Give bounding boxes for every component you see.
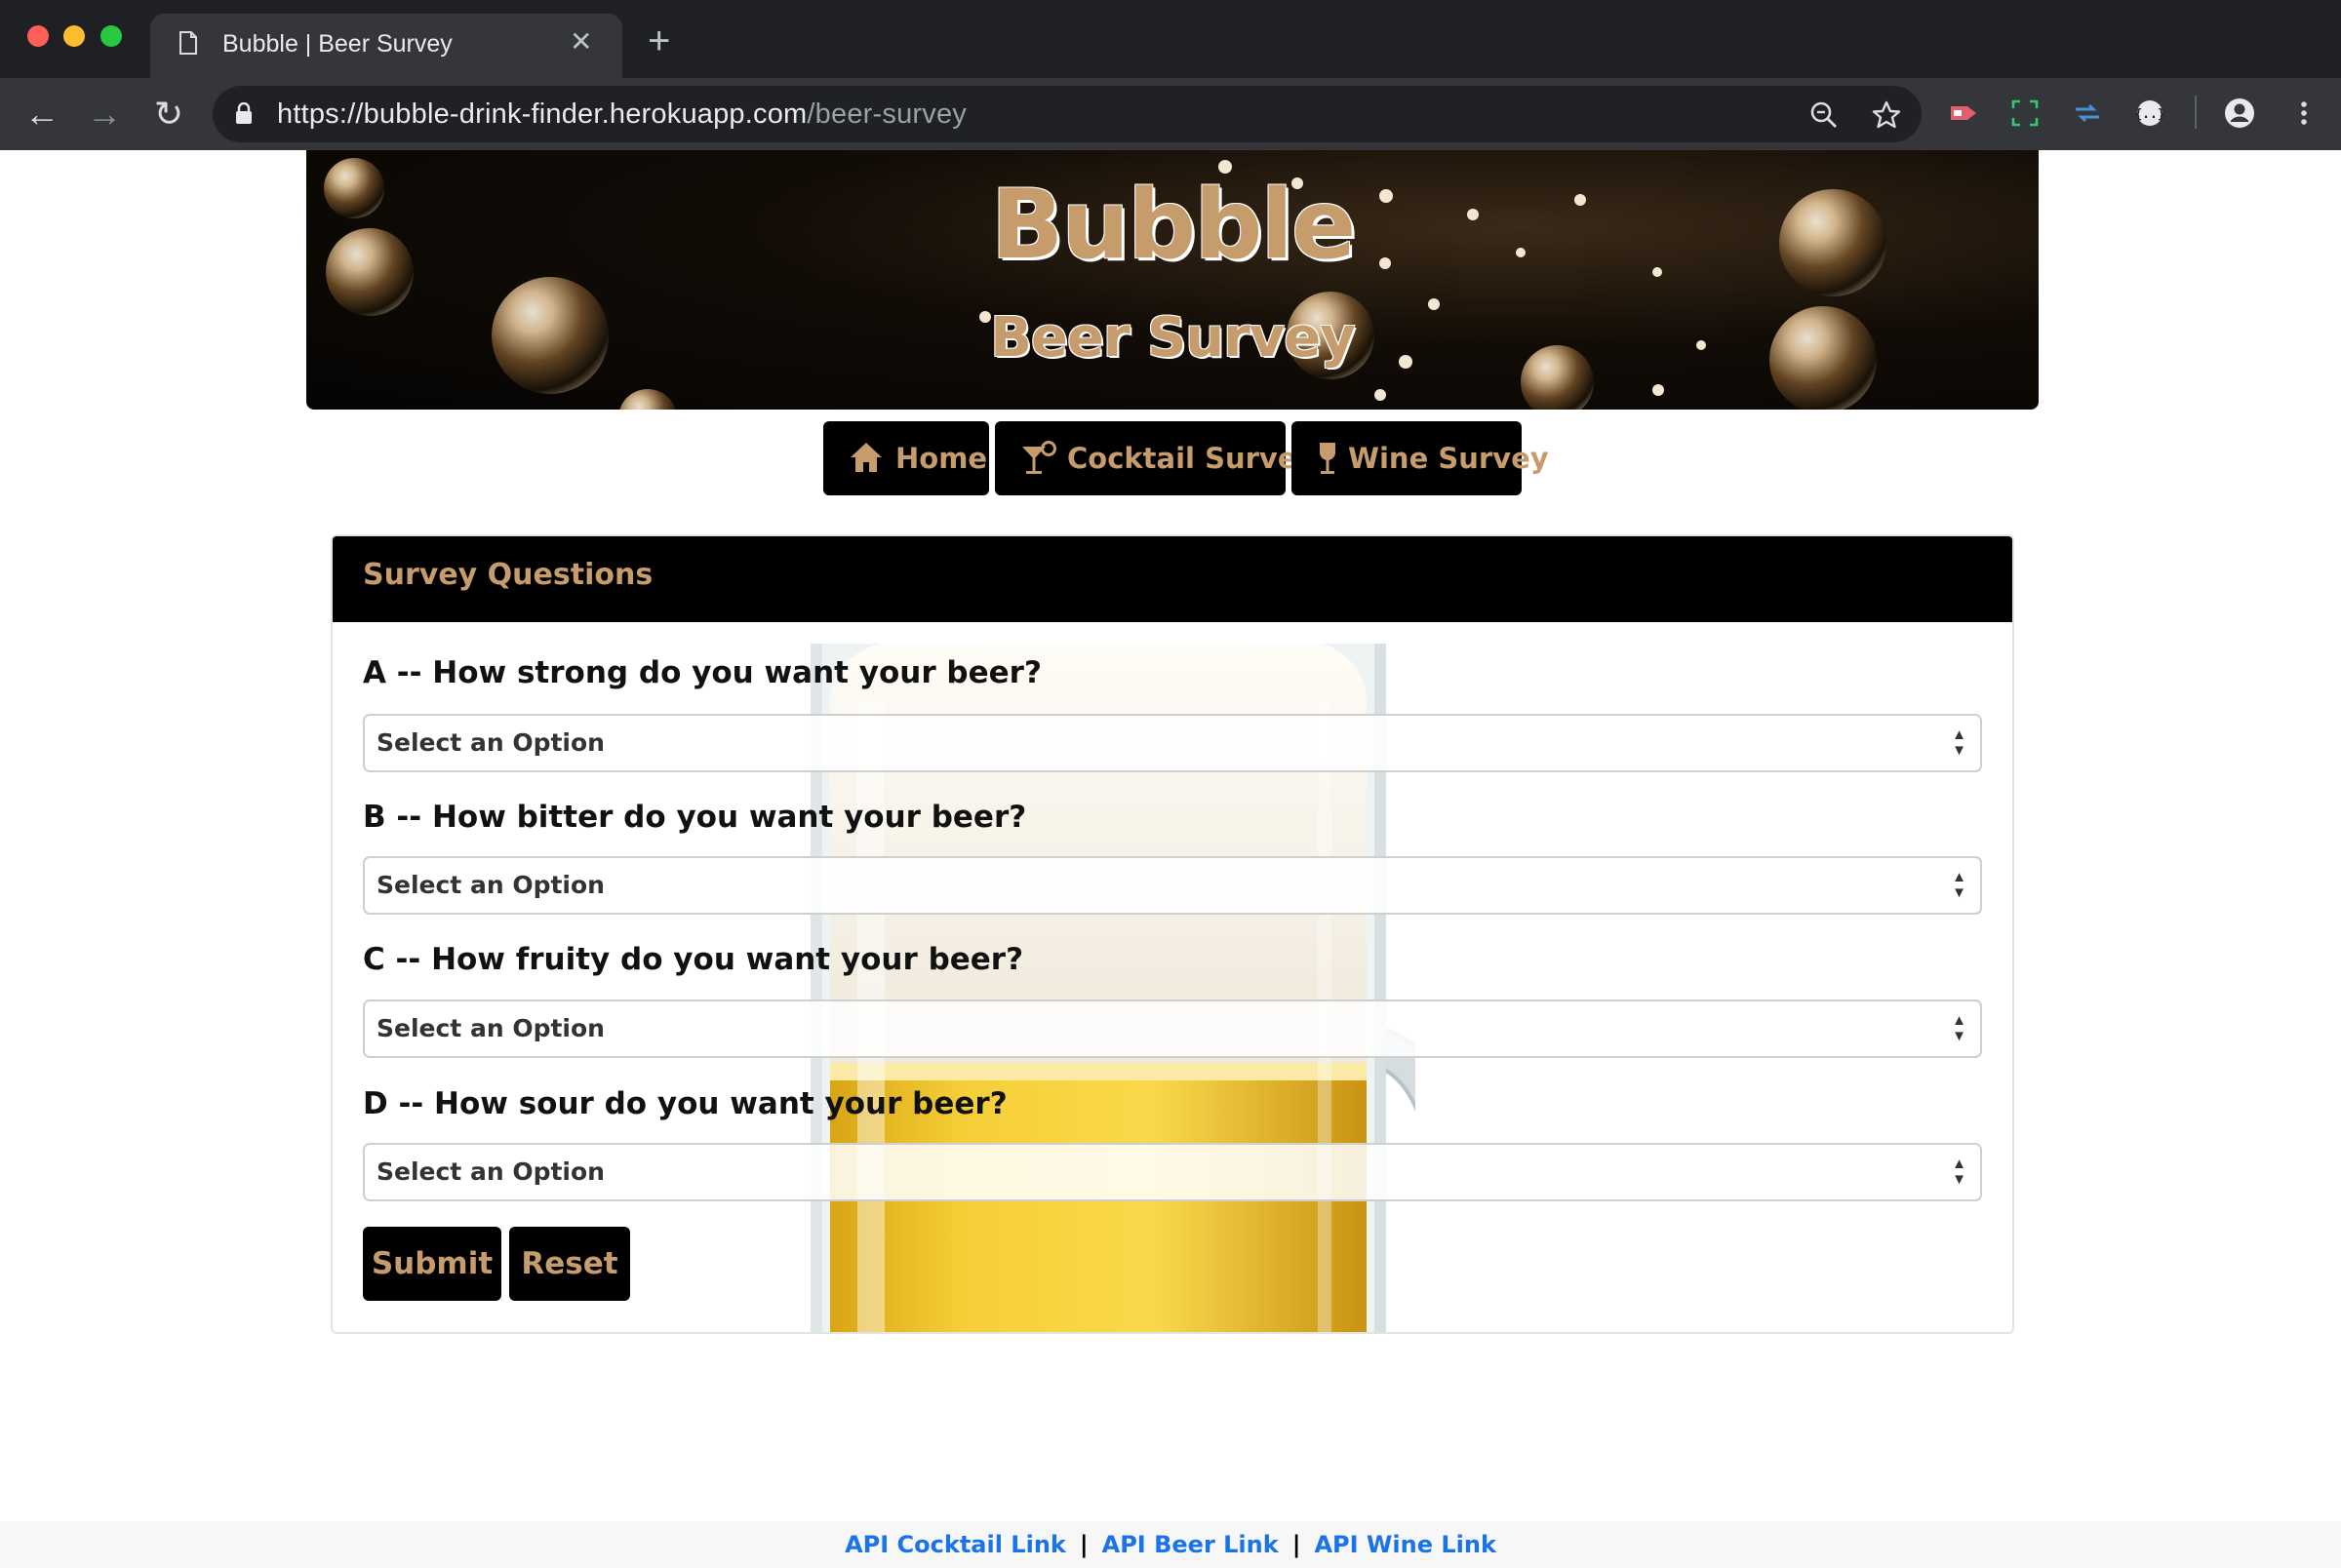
reset-button[interactable]: Reset — [509, 1227, 630, 1301]
extension-screenshot-icon[interactable] — [2009, 98, 2041, 129]
url-text: https://bubble-drink-finder.herokuapp.co… — [277, 98, 967, 131]
site-title: Bubble — [990, 170, 1357, 281]
select-arrows-icon: ▲ ▼ — [1952, 869, 1966, 901]
survey-card-title: Survey Questions — [363, 558, 654, 592]
api-beer-link[interactable]: API Beer Link — [1102, 1531, 1279, 1558]
header-banner: Bubble Beer Survey — [306, 150, 2039, 410]
question-d-select[interactable]: Select an Option ▲ ▼ — [363, 1143, 1982, 1201]
question-a-selected: Select an Option — [377, 728, 605, 757]
question-d-selected: Select an Option — [377, 1157, 605, 1186]
new-tab-icon[interactable]: + — [648, 21, 670, 60]
window-minimize-button[interactable] — [63, 25, 85, 47]
survey-card: Survey Questions A -- How strong do you … — [331, 534, 2014, 1334]
question-c-selected: Select an Option — [377, 1014, 605, 1042]
page-subtitle: Beer Survey — [990, 306, 1356, 370]
nav-home-label: Home — [895, 442, 988, 475]
extension-braces-icon[interactable]: {..} — [2134, 98, 2165, 129]
address-bar[interactable]: https://bubble-drink-finder.herokuapp.co… — [213, 86, 1922, 142]
svg-text:{..}: {..} — [2134, 107, 2164, 122]
browser-menu-icon[interactable] — [2288, 98, 2320, 129]
question-b-selected: Select an Option — [377, 871, 605, 899]
footer: API Cocktail Link | API Beer Link | API Wine… — [0, 1521, 2341, 1568]
tab-close-icon[interactable]: ✕ — [570, 27, 592, 57]
extension-red-icon[interactable] — [1948, 98, 1979, 129]
url-host: https://bubble-drink-finder.herokuapp.co… — [277, 98, 808, 130]
toolbar-separator — [2195, 96, 2197, 129]
submit-button[interactable]: Submit — [363, 1227, 501, 1301]
question-a-label: A -- How strong do you want your beer? — [363, 655, 1042, 690]
reload-icon[interactable]: ↻ — [144, 90, 193, 138]
browser-toolbar: ← → ↻ https://bubble-drink-finder.heroku… — [0, 78, 2341, 150]
question-b-select[interactable]: Select an Option ▲ ▼ — [363, 856, 1982, 915]
cocktail-glass-icon — [1022, 441, 1056, 474]
footer-separator: | — [1291, 1531, 1301, 1558]
api-cocktail-link[interactable]: API Cocktail Link — [845, 1531, 1066, 1558]
extension-arrows-icon[interactable] — [2072, 98, 2103, 129]
forward-icon[interactable]: → — [80, 90, 129, 138]
question-c-label: C -- How fruity do you want your beer? — [363, 942, 1024, 977]
footer-separator: | — [1079, 1531, 1089, 1558]
tab-title: Bubble | Beer Survey — [222, 30, 453, 58]
nav-wine-survey-button[interactable]: Wine Survey — [1291, 421, 1549, 495]
survey-card-header: Survey Questions — [333, 536, 2012, 622]
nav-home-button[interactable]: Home — [823, 421, 989, 495]
zoom-icon[interactable] — [1808, 99, 1840, 131]
nav-cocktail-label: Cocktail Survey — [1067, 442, 1316, 475]
question-a-select[interactable]: Select an Option ▲ ▼ — [363, 714, 1982, 772]
browser-tab-strip: Bubble | Beer Survey ✕ + — [0, 0, 2341, 78]
back-icon[interactable]: ← — [18, 90, 66, 138]
nav-wine-label: Wine Survey — [1348, 442, 1549, 475]
question-d-label: D -- How sour do you want your beer? — [363, 1086, 1008, 1121]
bookmark-star-icon[interactable] — [1871, 99, 1902, 131]
window-maximize-button[interactable] — [100, 25, 122, 47]
wine-glass-icon — [1320, 443, 1335, 474]
home-icon — [851, 443, 882, 472]
profile-avatar-icon[interactable] — [2224, 98, 2255, 129]
question-b-label: B -- How bitter do you want your beer? — [363, 800, 1027, 835]
file-icon — [179, 31, 197, 55]
select-arrows-icon: ▲ ▼ — [1952, 1156, 1966, 1188]
nav-cocktail-survey-button[interactable]: Cocktail Survey — [995, 421, 1315, 495]
lock-icon — [236, 102, 252, 124]
select-arrows-icon: ▲ ▼ — [1952, 1012, 1966, 1044]
api-wine-link[interactable]: API Wine Link — [1314, 1531, 1495, 1558]
question-c-select[interactable]: Select an Option ▲ ▼ — [363, 1000, 1982, 1058]
select-arrows-icon: ▲ ▼ — [1952, 726, 1966, 759]
window-close-button[interactable] — [27, 25, 49, 47]
browser-tab[interactable]: Bubble | Beer Survey ✕ — [150, 14, 622, 78]
url-path: /beer-survey — [807, 98, 967, 130]
